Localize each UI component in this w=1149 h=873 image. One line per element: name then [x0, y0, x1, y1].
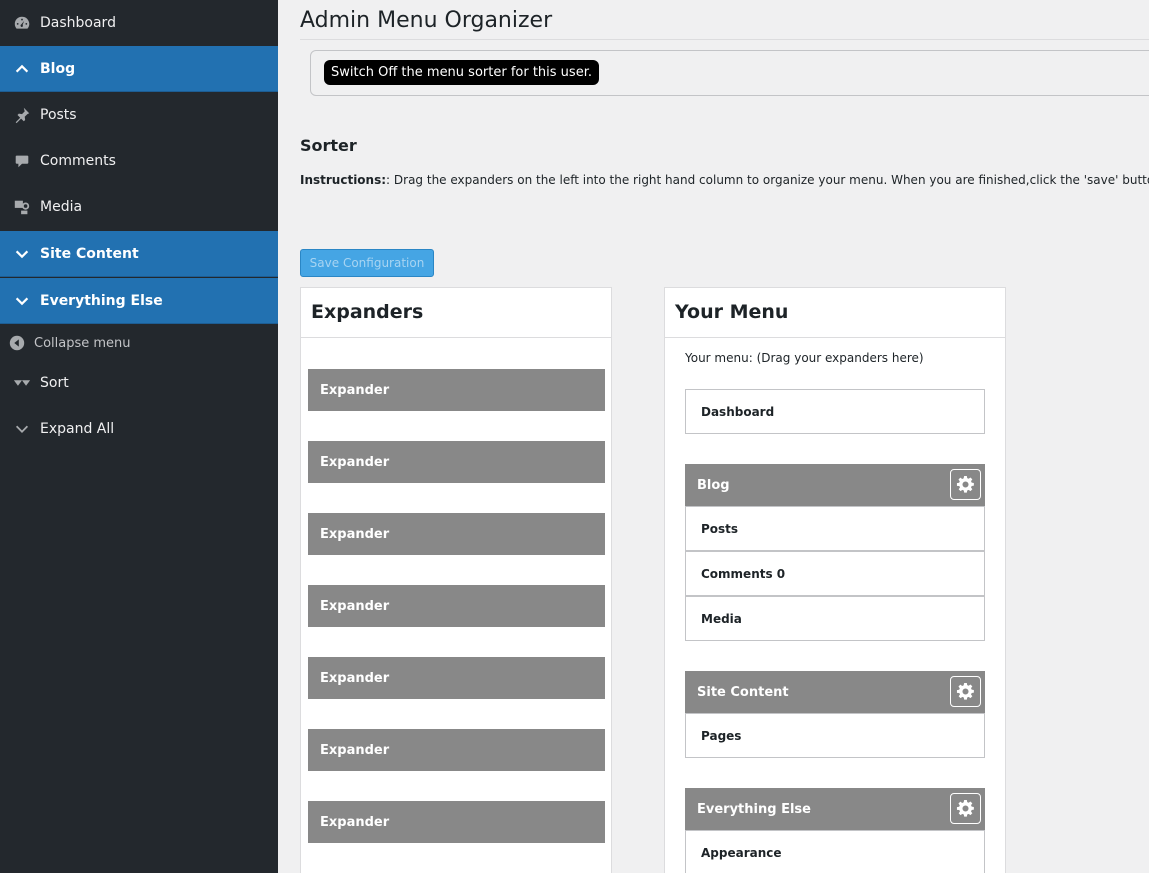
menu-item-media[interactable]: Media: [685, 596, 985, 641]
sidebar-item-dashboard[interactable]: Dashboard: [0, 0, 278, 46]
gear-icon[interactable]: [950, 793, 981, 824]
expander-item[interactable]: Expander: [308, 441, 605, 483]
menu-group-blog[interactable]: Blog: [685, 464, 985, 506]
main-content: Admin Menu Organizer Switch Off the menu…: [300, 0, 1149, 873]
menu-item-dashboard[interactable]: Dashboard: [685, 389, 985, 434]
sidebar-item-label: Everything Else: [40, 292, 163, 309]
sidebar-group-everything-else[interactable]: Everything Else: [0, 278, 278, 324]
sidebar-item-label: Collapse menu: [34, 335, 131, 351]
your-menu-heading: Your Menu: [665, 288, 1005, 338]
sidebar-item-media[interactable]: Media: [0, 184, 278, 230]
expanders-heading: Expanders: [301, 288, 611, 338]
sidebar-item-posts[interactable]: Posts: [0, 92, 278, 138]
menu-item-posts[interactable]: Posts: [685, 506, 985, 551]
menu-item-comments[interactable]: Comments 0: [685, 551, 985, 596]
expander-item[interactable]: Expander: [308, 513, 605, 555]
sidebar-item-label: Media: [40, 199, 83, 215]
sidebar-item-label: Blog: [40, 60, 76, 77]
menu-group-label: Everything Else: [697, 801, 811, 817]
chevron-down-icon: [0, 420, 40, 438]
chevron-down-icon: [0, 292, 40, 310]
expander-item[interactable]: Expander: [308, 369, 605, 411]
expander-item[interactable]: Expander: [308, 585, 605, 627]
menu-item-appearance[interactable]: Appearance: [685, 830, 985, 873]
gear-icon[interactable]: [950, 469, 981, 500]
title-divider: [300, 39, 1149, 40]
menu-group-everything-else[interactable]: Everything Else: [685, 788, 985, 830]
expander-item[interactable]: Expander: [308, 801, 605, 843]
sidebar-item-expand-all[interactable]: Expand All: [0, 406, 278, 452]
menu-group-label: Blog: [697, 477, 730, 493]
chevron-down-icon: [0, 245, 40, 263]
sorter-heading: Sorter: [300, 136, 357, 155]
sidebar-item-label: Posts: [40, 107, 77, 123]
expander-item[interactable]: Expander: [308, 657, 605, 699]
sort-icon: [0, 374, 40, 392]
your-menu-hint: Your menu: (Drag your expanders here): [685, 351, 924, 365]
instructions-label: Instructions:: [300, 173, 387, 187]
expander-item[interactable]: Expander: [308, 729, 605, 771]
admin-sidebar: Dashboard Blog Posts Comments Media Site…: [0, 0, 278, 873]
sidebar-item-label: Dashboard: [40, 15, 116, 31]
media-icon: [0, 198, 40, 216]
gear-icon[interactable]: [950, 676, 981, 707]
sidebar-group-site-content[interactable]: Site Content: [0, 231, 278, 277]
dashboard-icon: [0, 14, 40, 32]
collapse-icon: [0, 334, 34, 352]
pin-icon: [0, 106, 40, 124]
switch-box: Switch Off the menu sorter for this user…: [310, 50, 1149, 96]
menu-group-site-content[interactable]: Site Content: [685, 671, 985, 713]
sidebar-item-label: Comments: [40, 153, 116, 169]
page-title: Admin Menu Organizer: [300, 8, 553, 33]
switch-off-sorter-button[interactable]: Switch Off the menu sorter for this user…: [324, 60, 599, 85]
sidebar-item-sort[interactable]: Sort: [0, 360, 278, 406]
collapse-menu-button[interactable]: Collapse menu: [0, 325, 278, 361]
chevron-up-icon: [0, 60, 40, 78]
expanders-panel: Expanders Expander Expander Expander Exp…: [300, 287, 612, 873]
sidebar-item-label: Site Content: [40, 245, 139, 262]
menu-item-pages[interactable]: Pages: [685, 713, 985, 758]
sidebar-item-label: Expand All: [40, 421, 115, 437]
your-menu-panel: Your Menu Your menu: (Drag your expander…: [664, 287, 1006, 873]
comment-icon: [0, 152, 40, 170]
sidebar-item-label: Sort: [40, 375, 69, 391]
instructions-text: : Drag the expanders on the left into th…: [386, 173, 1149, 187]
save-configuration-button[interactable]: Save Configuration: [300, 249, 434, 277]
sidebar-group-blog[interactable]: Blog: [0, 46, 278, 92]
instructions: Instructions:: Drag the expanders on the…: [300, 173, 1149, 187]
sidebar-item-comments[interactable]: Comments: [0, 138, 278, 184]
menu-group-label: Site Content: [697, 684, 789, 700]
